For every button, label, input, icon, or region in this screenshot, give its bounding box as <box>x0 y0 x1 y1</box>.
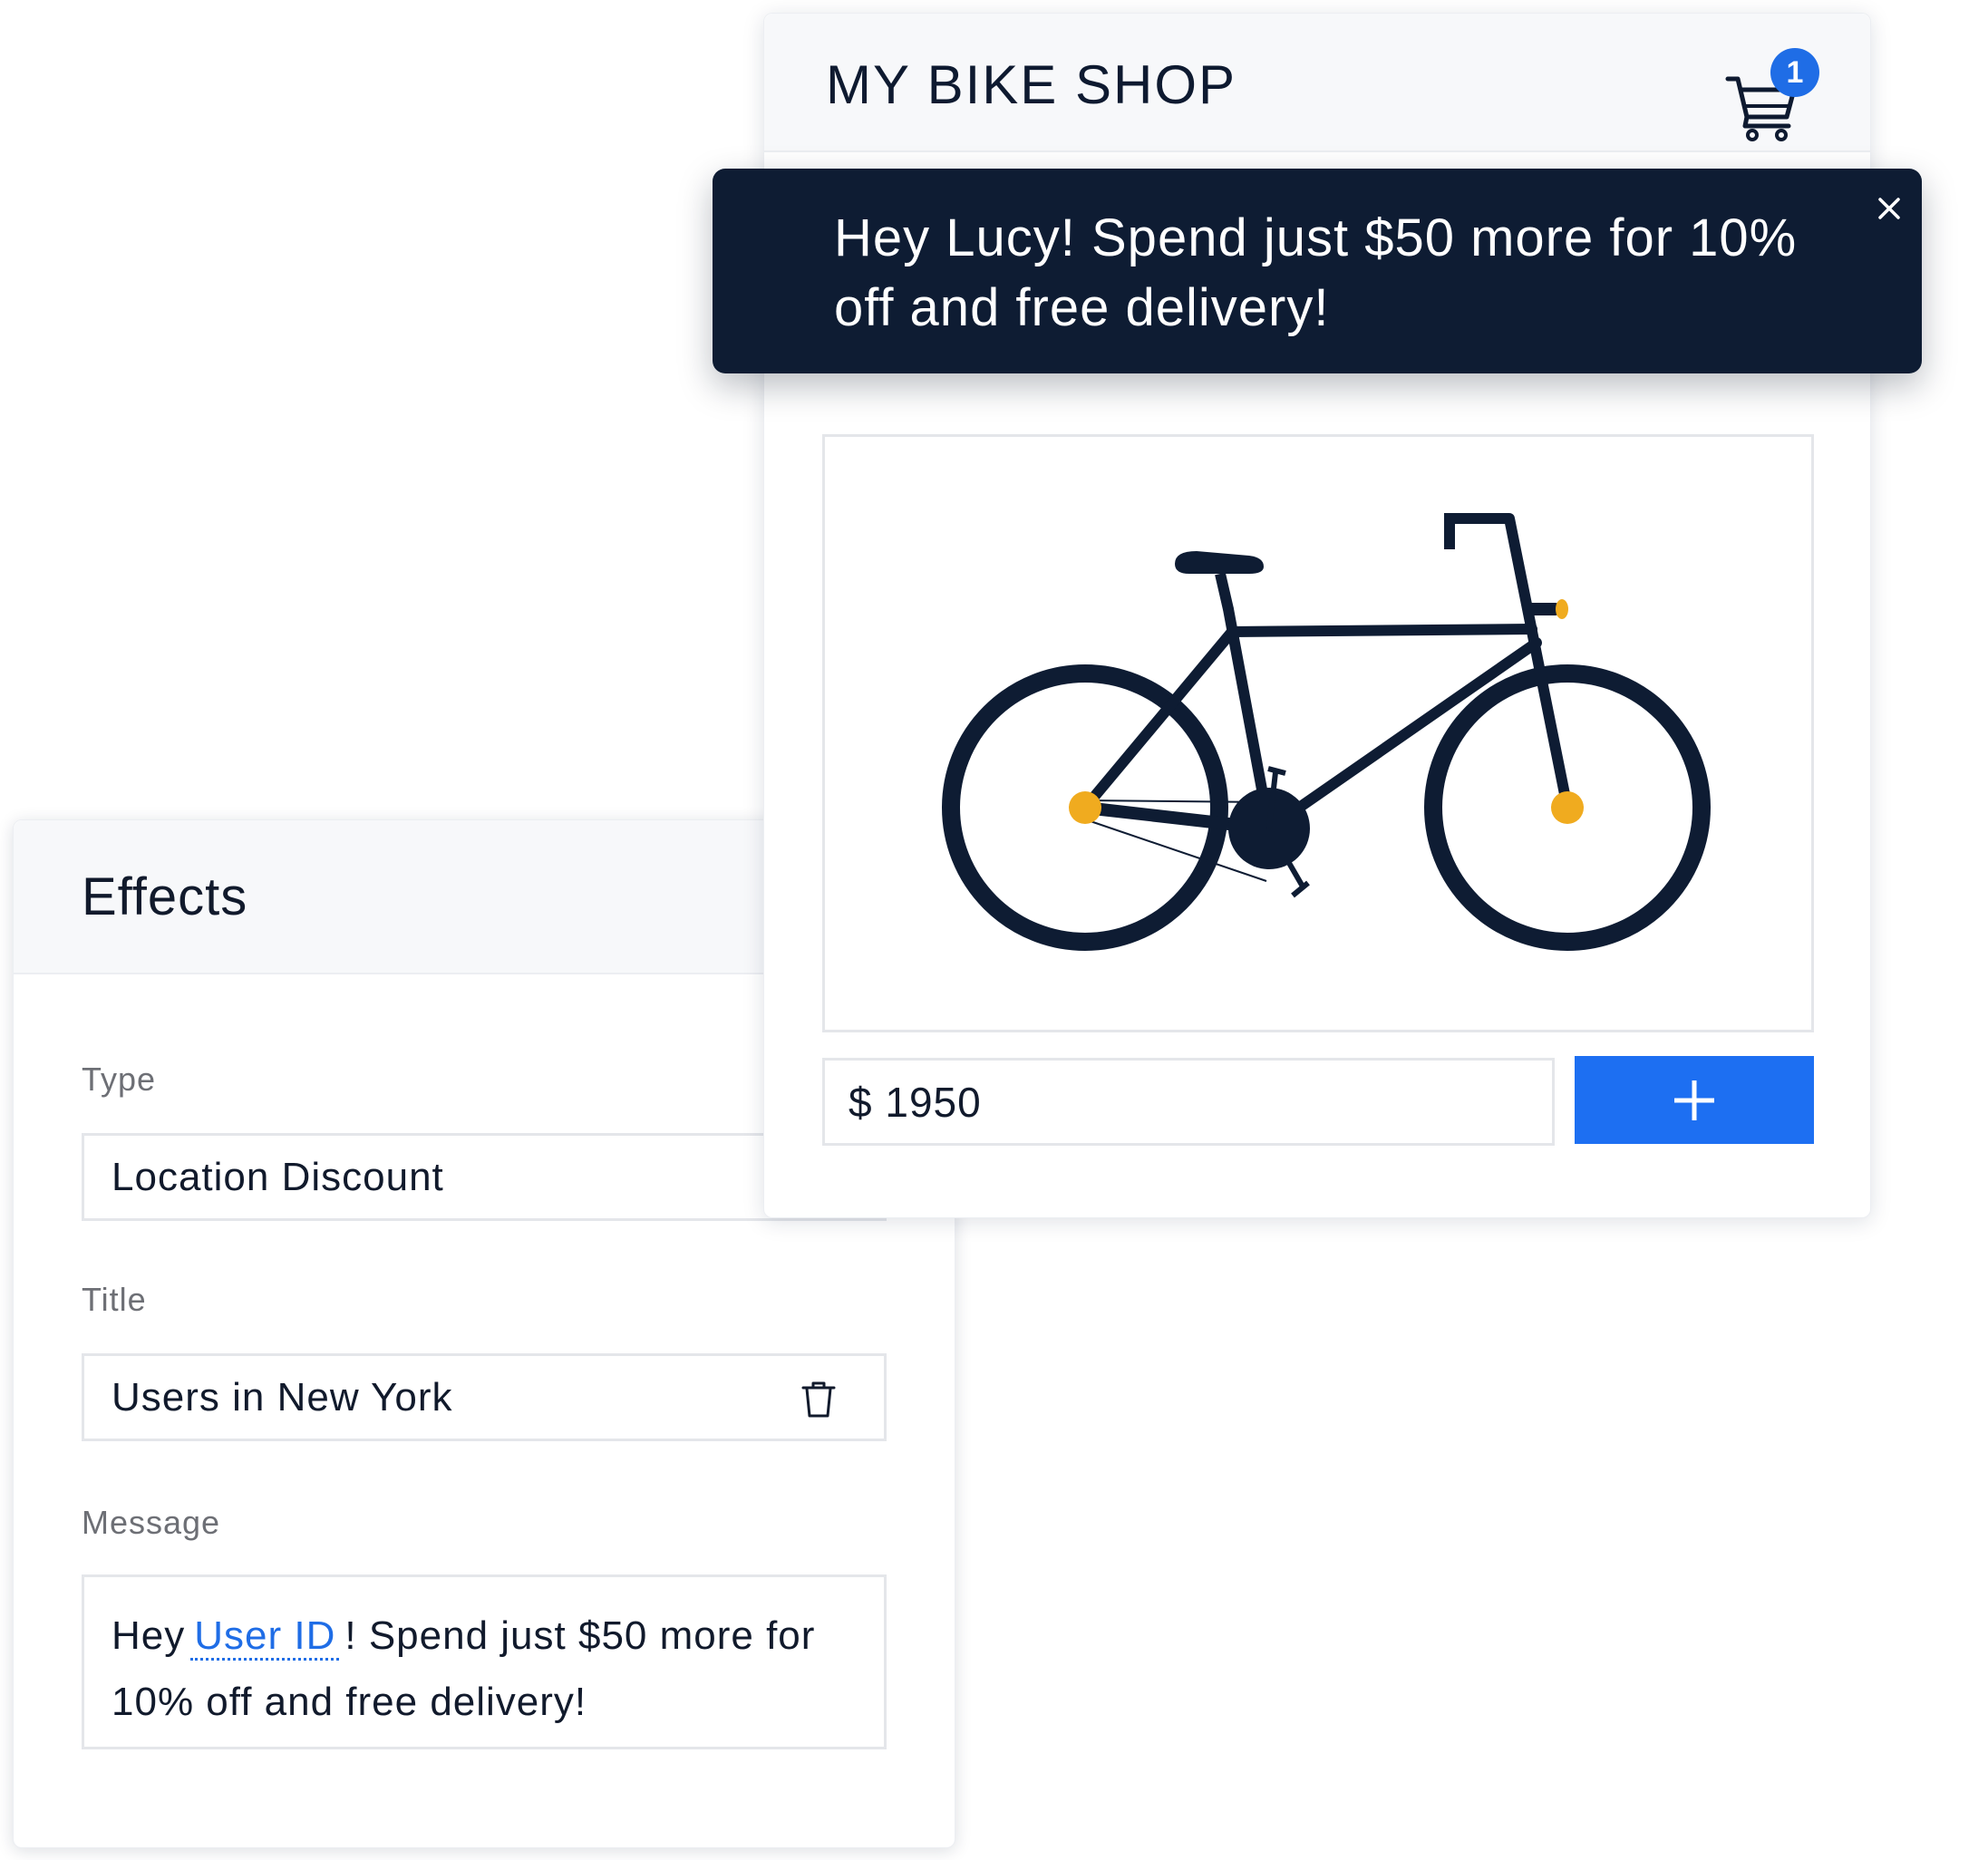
message-field[interactable]: Hey User ID! Spend just $50 more for 10% … <box>82 1574 887 1749</box>
product-image <box>822 434 1814 1032</box>
add-to-cart-button[interactable] <box>1575 1056 1814 1144</box>
shop-header: MY BIKE SHOP 1 <box>764 14 1870 152</box>
cart-count-badge: 1 <box>1770 48 1819 97</box>
type-value: Location Discount <box>112 1154 444 1199</box>
message-label: Message <box>82 1504 221 1541</box>
effects-title: Effects <box>82 867 248 926</box>
price-field[interactable]: $ 1950 <box>822 1058 1555 1146</box>
promo-notification: Hey Lucy! Spend just $50 more for 10% of… <box>713 169 1922 373</box>
close-icon[interactable] <box>1876 196 1902 221</box>
message-prefix: Hey <box>112 1613 186 1658</box>
type-label: Type <box>82 1061 157 1098</box>
notification-text: Hey Lucy! Spend just $50 more for 10% of… <box>834 208 1798 337</box>
plus-icon <box>1674 1080 1714 1120</box>
title-value: Users in New York <box>112 1374 453 1419</box>
cart-button[interactable]: 1 <box>1725 48 1819 148</box>
user-id-token[interactable]: User ID <box>190 1613 340 1661</box>
title-label: Title <box>82 1281 147 1318</box>
bicycle-icon <box>942 513 1711 951</box>
title-field[interactable]: Users in New York <box>82 1353 887 1441</box>
price-value: $ 1950 <box>849 1078 982 1126</box>
shop-title: MY BIKE SHOP <box>826 54 1237 115</box>
trash-icon[interactable] <box>800 1380 837 1419</box>
